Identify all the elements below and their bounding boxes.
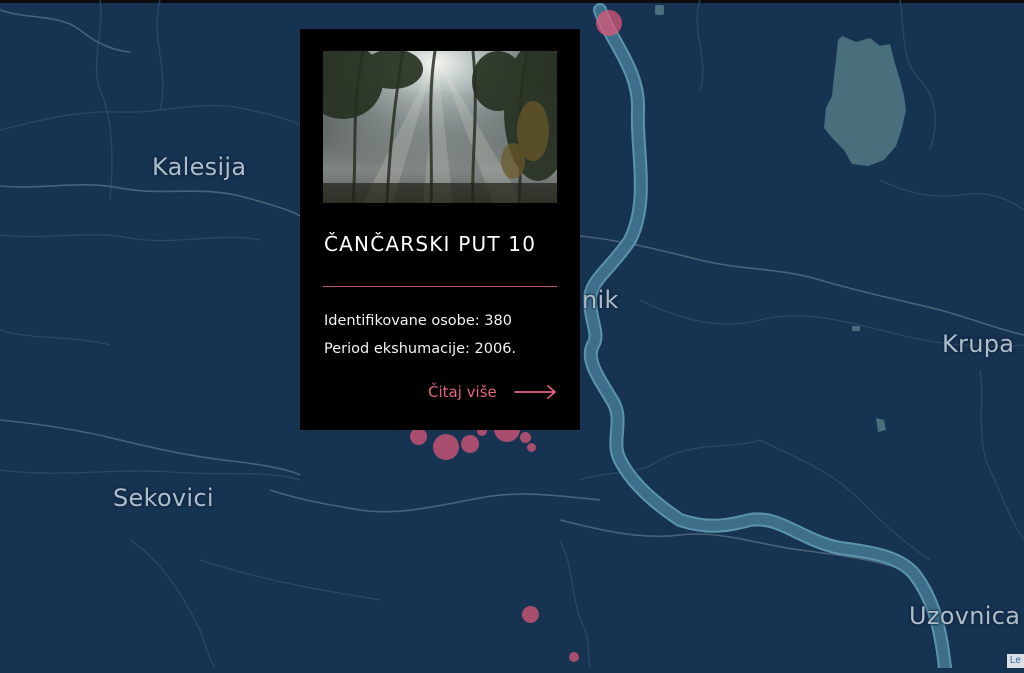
grave-site-marker[interactable] bbox=[522, 606, 539, 623]
forest-photo bbox=[323, 51, 557, 203]
grave-site-marker[interactable] bbox=[520, 432, 531, 443]
read-more-label: Čitaj više bbox=[428, 383, 497, 401]
grave-site-marker[interactable] bbox=[527, 443, 536, 452]
grave-site-marker[interactable] bbox=[596, 10, 622, 36]
map-attribution-link[interactable]: Le bbox=[1006, 654, 1024, 668]
popup-divider bbox=[323, 286, 557, 287]
top-edge bbox=[0, 0, 1024, 3]
read-more-link[interactable]: Čitaj više bbox=[428, 381, 558, 405]
grave-site-marker[interactable] bbox=[433, 434, 459, 460]
identified-persons-text: Identifikovane osobe: 380 bbox=[324, 313, 512, 329]
grave-site-popup: ČANČARSKI PUT 10 Identifikovane osobe: 3… bbox=[300, 29, 580, 430]
place-label-sekovici: Sekovici bbox=[113, 484, 214, 512]
grave-site-marker[interactable] bbox=[569, 652, 579, 662]
grave-site-marker[interactable] bbox=[410, 428, 427, 445]
popup-title: ČANČARSKI PUT 10 bbox=[324, 232, 537, 256]
small-islet bbox=[655, 5, 664, 15]
place-label-zvornik: nik bbox=[582, 286, 619, 314]
place-label-kalesija: Kalesija bbox=[152, 153, 247, 181]
arrow-right-icon bbox=[514, 385, 556, 399]
small-islet bbox=[852, 326, 860, 331]
grave-site-marker[interactable] bbox=[461, 435, 479, 453]
forest-photo-icon bbox=[323, 51, 557, 203]
exhumation-period-text: Period ekshumacije: 2006. bbox=[324, 341, 517, 357]
place-label-uzovnica: Uzovnica bbox=[909, 602, 1021, 630]
place-label-krupa: Krupa bbox=[942, 330, 1015, 358]
